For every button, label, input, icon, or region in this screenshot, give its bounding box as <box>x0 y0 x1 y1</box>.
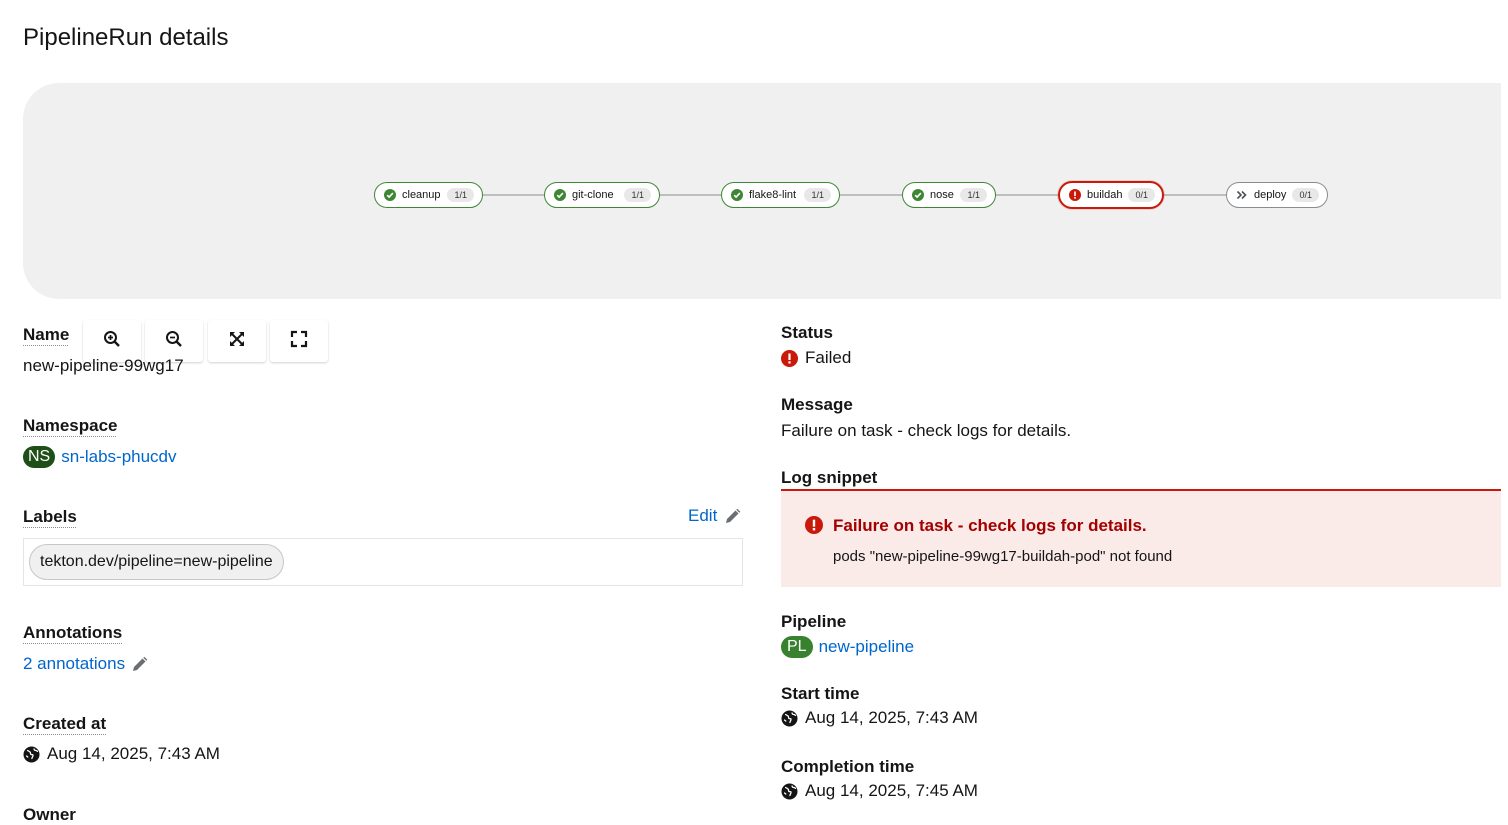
log-snippet-alert: Failure on task - check logs for details… <box>781 489 1501 587</box>
task-node-git-clone[interactable]: git-clone 1/1 <box>544 182 660 208</box>
status-text: Failed <box>805 348 852 367</box>
name-label: Name <box>23 325 70 344</box>
task-name: git-clone <box>572 189 614 201</box>
pipeline-label: Pipeline <box>781 612 847 631</box>
expand-arrows-icon <box>228 330 246 353</box>
task-node-nose[interactable]: nose 1/1 <box>902 182 996 208</box>
namespace-label: Namespace <box>23 416 118 435</box>
task-name: buildah <box>1087 189 1123 201</box>
angle-double-right-icon <box>1236 189 1248 201</box>
task-count: 0/1 <box>1128 188 1155 202</box>
completion-time-value: Aug 14, 2025, 7:45 AM <box>781 781 978 801</box>
namespace-value: NS sn-labs-phucdv <box>23 446 177 468</box>
created-at-value: Aug 14, 2025, 7:43 AM <box>23 744 220 764</box>
task-count: 1/1 <box>960 188 987 202</box>
name-value: new-pipeline-99wg17 <box>23 356 184 375</box>
task-name: nose <box>930 189 954 201</box>
pipeline-link[interactable]: new-pipeline <box>819 637 914 657</box>
labels-label: Labels <box>23 507 77 526</box>
success-icon <box>912 189 924 201</box>
zoom-out-icon <box>165 330 183 353</box>
pipeline-topology[interactable]: cleanup 1/1 git-clone 1/1 flake8-lint 1/… <box>23 83 1501 362</box>
task-node-cleanup[interactable]: cleanup 1/1 <box>374 182 483 208</box>
annotations-link[interactable]: 2 annotations <box>23 654 125 674</box>
page-title: PipelineRun details <box>23 24 229 51</box>
pipeline-value: PL new-pipeline <box>781 636 914 658</box>
labels-edit-text: Edit <box>688 506 718 525</box>
fullscreen-icon <box>290 330 308 353</box>
pencil-icon <box>724 508 741 525</box>
reset-view-button[interactable] <box>270 320 328 362</box>
annotations-label: Annotations <box>23 623 123 642</box>
globe-icon <box>781 783 798 800</box>
label-chip[interactable]: tekton.dev/pipeline=new-pipeline <box>29 544 284 580</box>
owner-label: Owner <box>23 805 76 824</box>
status-label: Status <box>781 323 833 342</box>
status-value: Failed <box>781 348 851 368</box>
task-name: flake8-lint <box>749 189 797 201</box>
error-icon <box>781 349 798 367</box>
start-time-label: Start time <box>781 684 860 703</box>
globe-icon <box>781 710 798 727</box>
message-label: Message <box>781 395 853 414</box>
zoom-in-icon <box>103 330 121 353</box>
success-icon <box>731 189 743 201</box>
task-count: 1/1 <box>804 188 831 202</box>
created-at-label: Created at <box>23 714 107 733</box>
task-node-flake8-lint[interactable]: flake8-lint 1/1 <box>721 182 840 208</box>
error-icon <box>1069 189 1081 201</box>
success-icon <box>384 189 396 201</box>
completion-time-label: Completion time <box>781 757 915 776</box>
labels-container: tekton.dev/pipeline=new-pipeline <box>23 538 743 586</box>
task-count: 1/1 <box>447 188 474 202</box>
task-name: deploy <box>1254 189 1287 201</box>
fit-to-screen-button[interactable] <box>208 320 266 362</box>
start-time-text: Aug 14, 2025, 7:43 AM <box>805 708 978 727</box>
log-snippet-detail: pods "new-pipeline-99wg17-buildah-pod" n… <box>833 548 1173 565</box>
task-count: 1/1 <box>624 188 651 202</box>
namespace-badge: NS <box>23 446 56 468</box>
error-icon <box>805 516 823 539</box>
task-name: cleanup <box>402 189 441 201</box>
task-node-buildah[interactable]: buildah 0/1 <box>1058 181 1164 209</box>
completion-time-text: Aug 14, 2025, 7:45 AM <box>805 781 978 800</box>
globe-icon <box>23 746 40 763</box>
namespace-link[interactable]: sn-labs-phucdv <box>61 447 176 467</box>
task-node-deploy[interactable]: deploy 0/1 <box>1226 182 1328 208</box>
log-snippet-title: Failure on task - check logs for details… <box>833 516 1147 535</box>
log-snippet-label: Log snippet <box>781 468 878 487</box>
start-time-value: Aug 14, 2025, 7:43 AM <box>781 708 978 728</box>
labels-edit-button[interactable]: Edit <box>688 506 741 526</box>
success-icon <box>554 189 566 201</box>
task-count: 0/1 <box>1292 188 1319 202</box>
created-at-text: Aug 14, 2025, 7:43 AM <box>47 744 220 763</box>
message-value: Failure on task - check logs for details… <box>781 421 1072 440</box>
pipeline-badge: PL <box>781 636 813 658</box>
pencil-icon <box>131 656 148 673</box>
annotations-value[interactable]: 2 annotations <box>23 654 148 674</box>
